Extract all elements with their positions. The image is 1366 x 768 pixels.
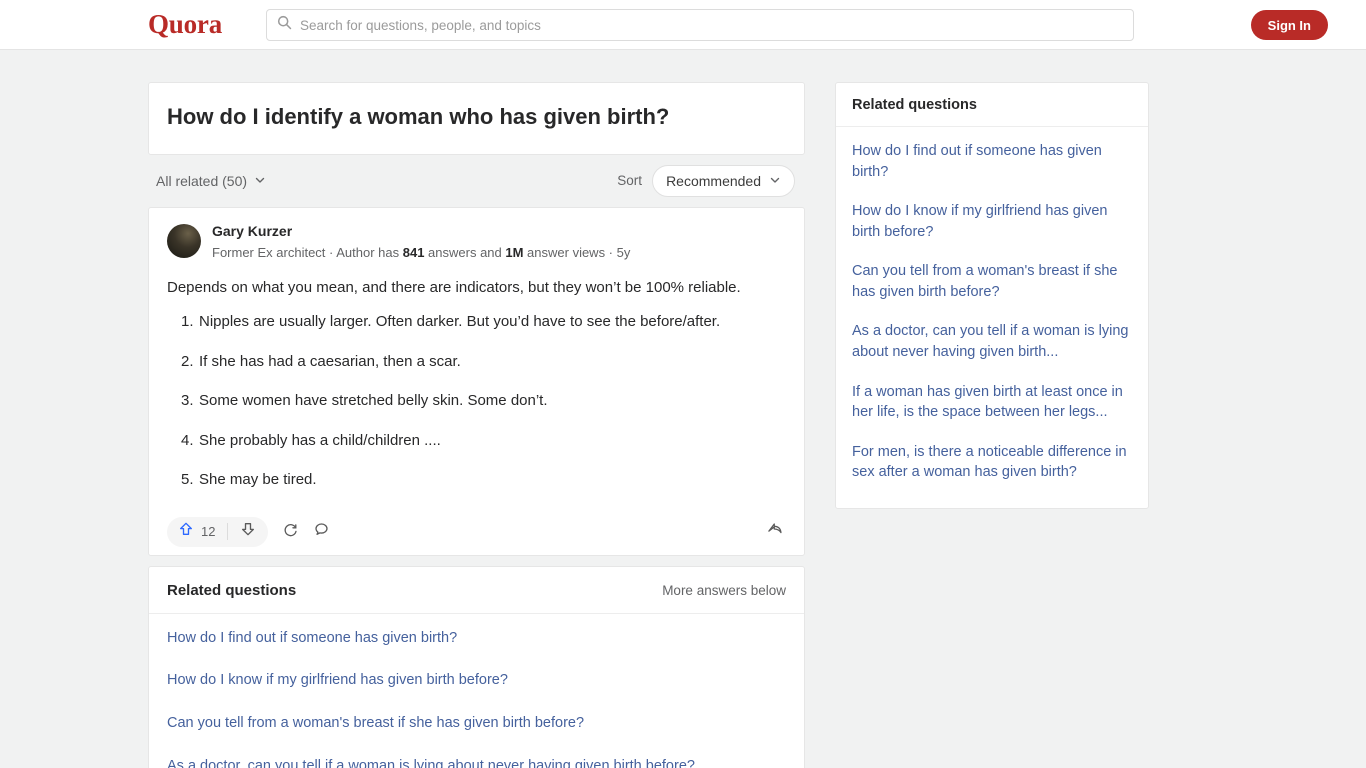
list-item-text: Some women have stretched belly skin. So… — [199, 392, 548, 410]
list-item: 1. Nipples are usually larger. Often dar… — [167, 311, 786, 351]
vote-pill: 12 — [167, 516, 269, 547]
credential-suffix: answer views · 5y — [523, 245, 631, 261]
sort-dropdown[interactable]: Recommended — [652, 164, 795, 197]
related-questions-header: Related questions More answers below — [149, 567, 804, 614]
related-questions-list: How do I find out if someone has given b… — [149, 614, 804, 768]
page-title: How do I identify a woman who has given … — [167, 104, 670, 129]
list-item-text: She probably has a child/children .... — [199, 431, 441, 449]
comment-button[interactable] — [313, 521, 330, 543]
related-question-link[interactable]: How do I find out if someone has given b… — [167, 628, 786, 650]
sort-value: Recommended — [666, 172, 761, 189]
list-item: 2. If she has had a caesarian, then a sc… — [167, 351, 786, 391]
all-related-filter[interactable]: All related (50) — [156, 173, 266, 189]
comment-bubble-icon — [313, 521, 330, 543]
list-item-number: 5. — [181, 471, 194, 489]
sort-label: Sort — [617, 173, 643, 189]
author-row: Gary Kurzer Former Ex architect · Author… — [167, 222, 786, 263]
answer-body: Depends on what you mean, and there are … — [167, 278, 741, 296]
upvote-button[interactable]: 12 — [167, 521, 227, 542]
sidebar-related-question-link[interactable]: Can you tell from a woman's breast if sh… — [852, 261, 1132, 302]
related-question-link[interactable]: Can you tell from a woman's breast if sh… — [167, 713, 786, 735]
answer-action-bar: 12 — [149, 509, 804, 555]
sidebar-title: Related questions — [836, 83, 1148, 127]
search-placeholder: Search for questions, people, and topics — [300, 17, 541, 33]
sort-controls: Sort Recommended — [617, 164, 795, 197]
sidebar-related-list: How do I find out if someone has given b… — [836, 127, 1148, 508]
answer-card: Gary Kurzer Former Ex architect · Author… — [148, 206, 805, 556]
views-count: 1M — [505, 245, 524, 261]
related-question-link[interactable]: As a doctor, can you tell if a woman is … — [167, 756, 786, 768]
answer-point-list: 1. Nipples are usually larger. Often dar… — [167, 311, 786, 509]
related-questions-card: Related questions More answers below How… — [148, 565, 805, 768]
list-item-number: 4. — [181, 431, 194, 449]
upvote-arrow-icon — [178, 521, 194, 542]
list-item: 4. She probably has a child/children ...… — [167, 430, 786, 470]
share-button[interactable] — [766, 520, 784, 543]
downvote-button[interactable] — [228, 521, 268, 542]
list-item-number: 3. — [181, 392, 194, 410]
more-answers-below-label[interactable]: More answers below — [662, 583, 786, 598]
sidebar-related-question-link[interactable]: As a doctor, can you tell if a woman is … — [852, 321, 1132, 362]
author-credential: Former Ex architect · Author has 841 ans… — [212, 243, 630, 263]
related-question-link[interactable]: How do I know if my girlfriend has given… — [167, 670, 786, 692]
author-name[interactable]: Gary Kurzer — [212, 222, 630, 242]
main-column: How do I identify a woman who has given … — [148, 82, 805, 768]
author-info: Gary Kurzer Former Ex architect · Author… — [212, 222, 630, 263]
share-arrow-icon — [766, 520, 784, 543]
list-item-text: She may be tired. — [199, 471, 317, 489]
sidebar-related-question-link[interactable]: How do I find out if someone has given b… — [852, 141, 1132, 182]
related-questions-title: Related questions — [167, 581, 297, 599]
credential-prefix: Former Ex architect · Author has — [212, 245, 403, 261]
sidebar-related-question-link[interactable]: If a woman has given birth at least once… — [852, 382, 1132, 423]
repost-icon — [282, 521, 299, 543]
list-item: 5. She may be tired. — [167, 469, 786, 509]
filter-row: All related (50) Sort Recommended — [148, 155, 805, 207]
search-icon — [277, 15, 292, 35]
upvote-count: 12 — [201, 524, 216, 540]
quora-logo[interactable]: Quora — [148, 9, 222, 40]
site-header: Quora Search for questions, people, and … — [0, 0, 1366, 50]
sign-in-button[interactable]: Sign In — [1250, 10, 1328, 40]
question-card: How do I identify a woman who has given … — [148, 82, 805, 155]
sidebar-related-question-link[interactable]: For men, is there a noticeable differenc… — [852, 442, 1132, 483]
page-body: How do I identify a woman who has given … — [0, 50, 1366, 768]
repost-button[interactable] — [282, 521, 299, 543]
sidebar-related-question-link[interactable]: How do I know if my girlfriend has given… — [852, 201, 1132, 242]
credential-middle: answers and — [424, 245, 506, 261]
list-item-number: 1. — [181, 313, 194, 331]
sidebar-column: Related questions How do I find out if s… — [835, 82, 1149, 509]
list-item-number: 2. — [181, 352, 194, 370]
chevron-down-icon — [254, 173, 266, 189]
answers-count: 841 — [402, 245, 425, 261]
chevron-down-icon — [769, 173, 781, 189]
search-input[interactable]: Search for questions, people, and topics — [266, 9, 1134, 41]
downvote-arrow-icon — [240, 521, 256, 542]
sidebar-related-questions-card: Related questions How do I find out if s… — [835, 82, 1149, 509]
list-item: 3. Some women have stretched belly skin.… — [167, 390, 786, 430]
list-item-text: Nipples are usually larger. Often darker… — [199, 313, 721, 331]
list-item-text: If she has had a caesarian, then a scar. — [199, 352, 461, 370]
avatar[interactable] — [167, 223, 201, 258]
all-related-label: All related (50) — [156, 172, 248, 189]
